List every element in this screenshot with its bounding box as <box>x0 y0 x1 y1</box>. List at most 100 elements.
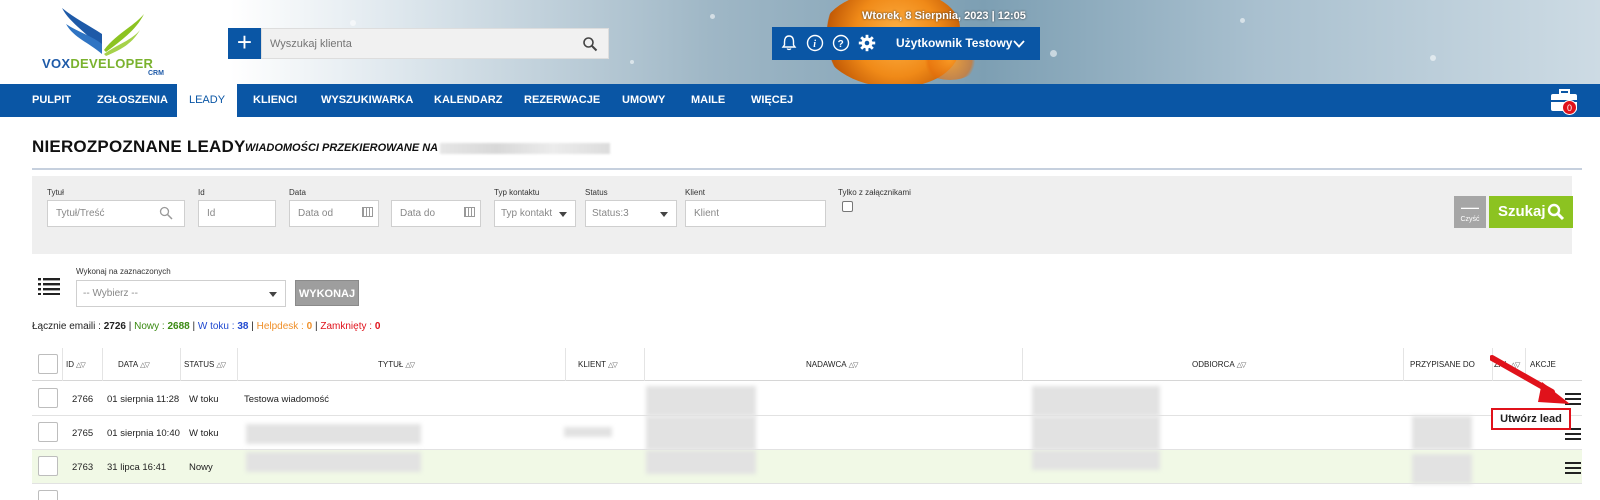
id-filter-input[interactable]: Id <box>198 200 276 227</box>
row-checkbox[interactable] <box>38 388 58 408</box>
nav-item-klienci[interactable]: KLIENCI <box>253 84 297 117</box>
redacted-assigned <box>1412 454 1472 484</box>
page-title: NIEROZPOZNANE LEADY <box>32 137 246 156</box>
calendar-icon[interactable] <box>362 207 373 217</box>
chevron-down-icon <box>269 292 277 297</box>
row-title[interactable]: Testowa wiadomość <box>244 394 329 405</box>
contact-type-label: Typ kontaktu <box>494 188 540 197</box>
page-subtitle: WIADOMOŚCI PRZEKIEROWANE NA <box>245 142 439 154</box>
bell-icon[interactable] <box>780 34 798 52</box>
row-id: 2765 <box>72 428 94 439</box>
row-actions-menu-icon[interactable] <box>1565 462 1581 474</box>
nav-item-wyszukiwarka[interactable]: WYSZUKIWARKA <box>321 84 413 117</box>
clear-button[interactable]: — Czyść <box>1454 196 1486 228</box>
title-filter-label: Tytuł <box>47 188 64 197</box>
chevron-down-icon <box>559 212 567 217</box>
client-filter-input[interactable]: Klient <box>685 200 826 227</box>
bulk-action-label: Wykonaj na zaznaczonych <box>76 267 171 276</box>
current-datetime: Wtorek, 8 Sierpnia, 2023 | 12:05 <box>862 10 1026 22</box>
info-icon[interactable]: i <box>806 34 824 52</box>
table-header: ID △▽ DATA △▽ STATUS △▽ TYTUŁ △▽ KLIENT △▽ NA… <box>32 348 1582 381</box>
filter-panel: Tytuł Tytuł/Treść Id Id Data Data od Dat… <box>32 176 1573 254</box>
redacted-sender <box>646 416 756 450</box>
column-sender[interactable]: NADAWCA △▽ <box>806 360 858 369</box>
row-status: W toku <box>189 428 219 439</box>
id-filter-label: Id <box>198 188 205 197</box>
user-name[interactable]: Użytkownik Testowy <box>896 36 1012 50</box>
search-icon[interactable] <box>582 36 598 52</box>
date-from-input[interactable]: Data od <box>289 200 379 227</box>
nav-item-rezerwacje[interactable]: REZERWACJE <box>524 84 600 117</box>
row-id: 2763 <box>72 462 94 473</box>
contact-type-select[interactable]: Typ kontakt <box>494 200 576 227</box>
svg-text:?: ? <box>838 39 844 50</box>
column-date[interactable]: DATA △▽ <box>118 360 150 369</box>
row-id: 2766 <box>72 394 94 405</box>
date-filter-label: Data <box>289 188 306 197</box>
nav-item-leady[interactable]: LEADY <box>177 84 237 117</box>
redacted-email <box>440 143 610 154</box>
column-assigned[interactable]: PRZYPISANE DO <box>1410 360 1475 369</box>
redacted-sender <box>646 450 756 474</box>
row-date: 31 lipca 16:41 <box>107 462 167 473</box>
title-divider <box>32 168 1582 170</box>
nav-item-wiecej[interactable]: WIĘCEJ <box>751 84 793 117</box>
column-id[interactable]: ID △▽ <box>66 360 86 369</box>
redacted-recipient <box>1032 386 1160 416</box>
search-icon <box>159 206 173 220</box>
nav-item-maile[interactable]: MAILE <box>691 84 725 117</box>
redacted-recipient <box>1032 416 1160 450</box>
date-to-input[interactable]: Data do <box>391 200 481 227</box>
row-checkbox[interactable] <box>38 422 58 442</box>
table-row[interactable]: 2766 01 sierpnia 11:28 W toku Testowa wi… <box>32 382 1582 416</box>
row-status: W toku <box>189 394 219 405</box>
execute-button[interactable]: WYKONAJ <box>295 280 359 306</box>
nav-item-zgloszenia[interactable]: ZGŁOSZENIA <box>97 84 168 117</box>
attachments-only-checkbox[interactable] <box>842 201 853 212</box>
client-search-input[interactable] <box>262 29 562 58</box>
gear-icon[interactable] <box>858 34 876 52</box>
redacted-assigned <box>1412 416 1472 450</box>
status-select[interactable]: Status:3 <box>585 200 677 227</box>
search-icon <box>1547 203 1565 221</box>
main-navigation: PULPIT ZGŁOSZENIA LEADY KLIENCI WYSZUKIW… <box>0 84 1600 117</box>
redacted-title <box>246 424 421 444</box>
select-all-checkbox[interactable] <box>38 354 58 374</box>
list-view-icon[interactable] <box>38 277 60 295</box>
row-status: Nowy <box>189 462 213 473</box>
column-title[interactable]: TYTUŁ △▽ <box>378 360 415 369</box>
redacted-sender <box>646 386 756 416</box>
logo-subtitle: CRM <box>148 70 164 77</box>
app-header: VOXDEVELOPER CRM + Wtorek, 8 Sierpnia, 2… <box>0 0 1600 84</box>
column-client[interactable]: KLIENT △▽ <box>578 360 618 369</box>
nav-item-umowy[interactable]: UMOWY <box>622 84 665 117</box>
create-lead-button[interactable]: Utwórz lead <box>1491 408 1571 430</box>
row-checkbox[interactable] <box>38 490 58 500</box>
row-date: 01 sierpnia 11:28 <box>107 394 180 405</box>
logo-wordmark: VOXDEVELOPER <box>42 56 154 71</box>
redacted-client <box>564 427 612 437</box>
row-date: 01 sierpnia 10:40 <box>107 428 180 439</box>
user-toolbar: i ? Użytkownik Testowy <box>772 27 1040 60</box>
column-status[interactable]: STATUS △▽ <box>184 360 226 369</box>
email-stats: Łącznie emaili : 2726 | Nowy : 2688 | W … <box>32 321 381 332</box>
column-recipient[interactable]: ODBIORCA △▽ <box>1192 360 1246 369</box>
chevron-down-icon[interactable] <box>1012 37 1026 51</box>
help-icon[interactable]: ? <box>832 34 850 52</box>
client-search <box>261 28 609 59</box>
redacted-title <box>246 452 421 472</box>
search-button[interactable]: Szukaj <box>1489 196 1573 228</box>
row-checkbox[interactable] <box>38 456 58 476</box>
add-client-button[interactable]: + <box>228 28 261 59</box>
bulk-action-select[interactable]: -- Wybierz -- <box>76 280 286 307</box>
calendar-icon[interactable] <box>464 207 475 217</box>
svg-text:i: i <box>813 39 816 50</box>
table-row[interactable] <box>32 484 1582 500</box>
table-row[interactable]: 2765 01 sierpnia 10:40 W toku <box>32 416 1582 450</box>
status-filter-label: Status <box>585 188 608 197</box>
client-filter-label: Klient <box>685 188 706 197</box>
nav-item-pulpit[interactable]: PULPIT <box>32 84 71 117</box>
table-row[interactable]: 2763 31 lipca 16:41 Nowy <box>32 450 1582 484</box>
nav-item-kalendarz[interactable]: KALENDARZ <box>434 84 502 117</box>
toolbox-badge: 0 <box>1562 100 1577 115</box>
